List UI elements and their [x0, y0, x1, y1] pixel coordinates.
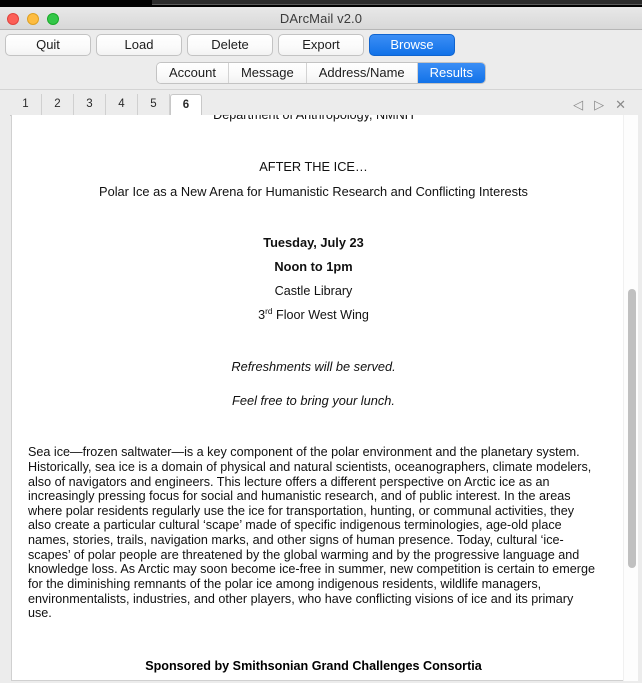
- document-scrollbar-thumb[interactable]: [628, 289, 636, 568]
- close-tab-icon[interactable]: ✕: [615, 97, 626, 112]
- document-title: AFTER THE ICE…: [259, 159, 368, 175]
- section-tab-group: Account Message Address/Name Results: [155, 62, 487, 84]
- document-sponsor: Sponsored by Smithsonian Grand Challenge…: [145, 659, 482, 674]
- document-abstract: Sea ice—frozen saltwater—is a key compon…: [28, 445, 595, 621]
- background-window-titlebar: [152, 0, 642, 5]
- tab-address-name[interactable]: Address/Name: [306, 63, 418, 83]
- close-window-button[interactable]: [7, 13, 19, 25]
- refreshments-note: Refreshments will be served.: [231, 359, 396, 375]
- event-time: Noon to 1pm: [274, 259, 353, 275]
- window-title: DArcMail v2.0: [279, 11, 363, 26]
- result-tab-5[interactable]: 5: [138, 94, 170, 115]
- floor-ordinal-suffix: rd: [265, 305, 273, 316]
- lunch-note: Feel free to bring your lunch.: [232, 392, 395, 408]
- app-window: DArcMail v2.0 Quit Load Delete Export Browse…: [0, 0, 642, 683]
- section-tabbar: Account Message Address/Name Results: [0, 62, 642, 88]
- floor-location: Floor West Wing: [272, 308, 369, 323]
- browse-button[interactable]: Browse: [369, 34, 455, 56]
- result-tab-6[interactable]: 6: [170, 94, 202, 116]
- document-subtitle: Polar Ice as a New Arena for Humanistic …: [99, 183, 528, 199]
- result-tab-3[interactable]: 3: [74, 94, 106, 115]
- document-viewport[interactable]: Department of Anthropology, NMNH AFTER T…: [11, 115, 631, 681]
- event-floor: 3rd Floor West Wing: [20, 305, 607, 323]
- minimize-window-button[interactable]: [27, 13, 39, 25]
- tab-results[interactable]: Results: [417, 63, 486, 83]
- load-button[interactable]: Load: [96, 34, 182, 56]
- window-titlebar: DArcMail v2.0: [0, 7, 642, 30]
- background-window-edge: [0, 0, 642, 7]
- previous-tab-icon[interactable]: ◁: [573, 97, 583, 112]
- document-affiliation: Department of Anthropology, NMNH: [213, 115, 414, 122]
- results-panel: 123456 ◁ ▷ ✕ Department of Anthropology,…: [0, 89, 642, 683]
- result-tab-2[interactable]: 2: [42, 94, 74, 115]
- window-controls: [7, 13, 59, 25]
- event-venue: Castle Library: [274, 283, 353, 298]
- delete-button[interactable]: Delete: [187, 34, 273, 56]
- next-tab-icon[interactable]: ▷: [594, 97, 604, 112]
- result-tab-4[interactable]: 4: [106, 94, 138, 115]
- result-tab-strip: 123456 ◁ ▷ ✕: [10, 93, 632, 116]
- result-tab-nav: ◁ ▷ ✕: [573, 94, 632, 115]
- tab-account[interactable]: Account: [156, 63, 229, 83]
- document-scrollbar-track[interactable]: [623, 115, 638, 681]
- export-button[interactable]: Export: [278, 34, 364, 56]
- event-date: Tuesday, July 23: [263, 235, 364, 251]
- result-tab-1[interactable]: 1: [10, 94, 42, 115]
- main-toolbar: Quit Load Delete Export Browse: [0, 30, 642, 60]
- quit-button[interactable]: Quit: [5, 34, 91, 56]
- document-page: Department of Anthropology, NMNH AFTER T…: [12, 115, 615, 674]
- tab-message[interactable]: Message: [228, 63, 307, 83]
- zoom-window-button[interactable]: [47, 13, 59, 25]
